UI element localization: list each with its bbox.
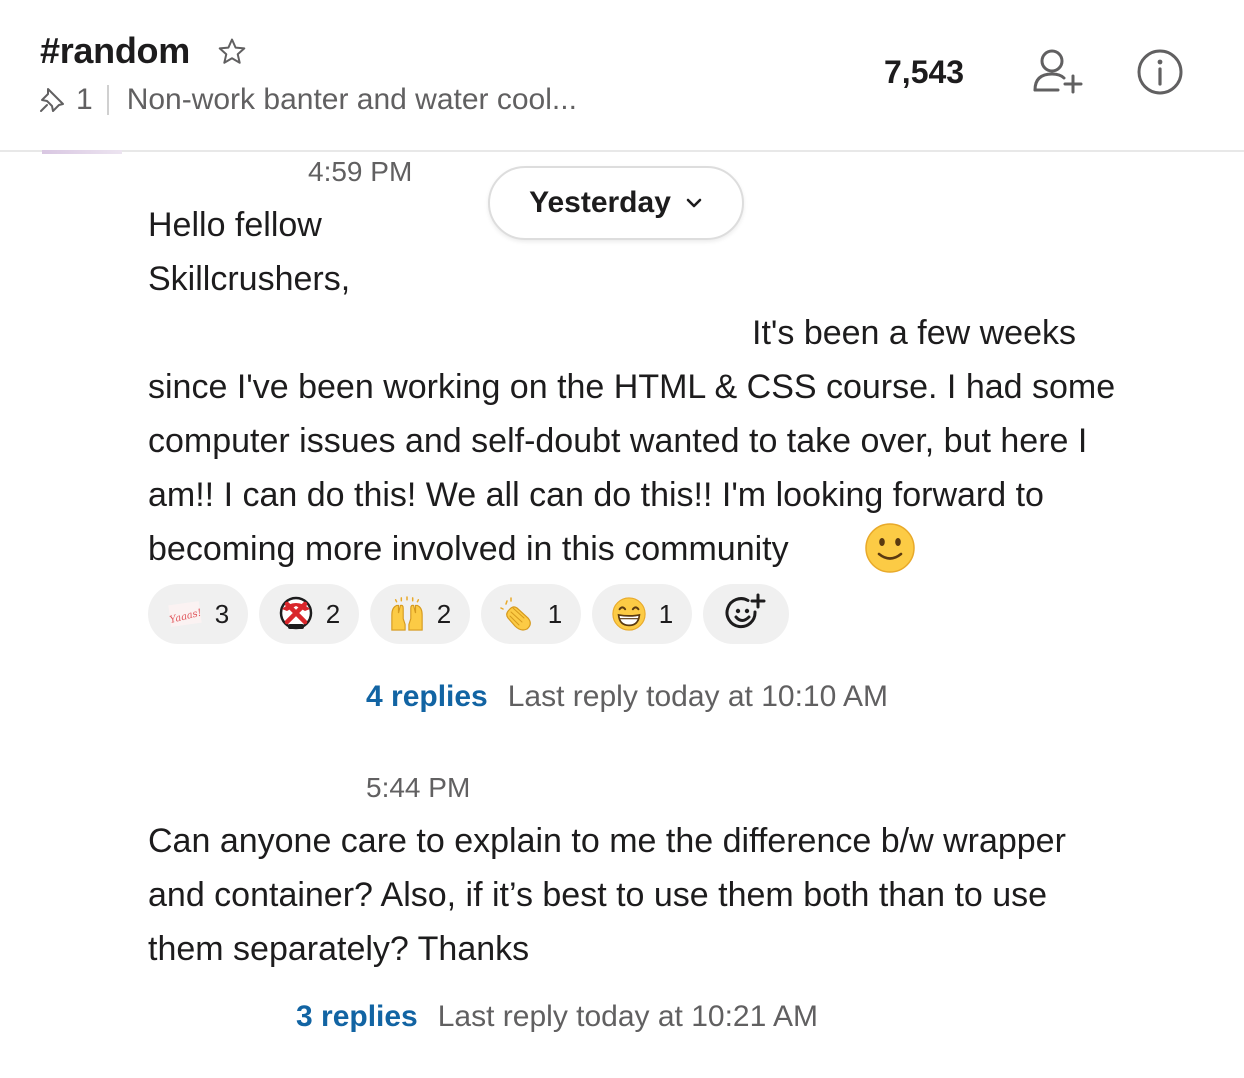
- message-text-line: am!! I can do this! We all can do this!!…: [148, 476, 1044, 514]
- date-divider-label: Yesterday: [529, 186, 671, 219]
- replies-link[interactable]: 4 replies: [366, 680, 488, 714]
- last-reply-text: Last reply today at 10:10 AM: [507, 680, 888, 713]
- message-timestamp[interactable]: 4:59 PM: [308, 156, 412, 188]
- message-text-line: It's been a few weeks: [752, 314, 1076, 352]
- reaction-smile[interactable]: 1: [592, 584, 692, 644]
- message-text-line: becoming more involved in this community: [148, 530, 789, 568]
- message-text-line: since I've been working on the HTML & CS…: [148, 368, 1116, 406]
- reaction-count: 2: [436, 598, 452, 629]
- reaction-x[interactable]: 2: [259, 584, 359, 644]
- avatar-edge: [42, 150, 122, 154]
- pin-icon[interactable]: [38, 86, 66, 114]
- member-count[interactable]: 7,543: [884, 54, 964, 91]
- reaction-count: 1: [658, 598, 674, 629]
- message-text-line: and container? Also, if it’s best to use…: [148, 876, 1048, 914]
- channel-meta: 1 Non-work banter and water cool...: [38, 80, 577, 120]
- reaction-raised-hands[interactable]: 2: [370, 584, 470, 644]
- message-text-line: Can anyone care to explain to me the dif…: [148, 822, 1066, 860]
- message-text-line: Hello fellow: [148, 206, 322, 244]
- date-divider-button[interactable]: Yesterday: [488, 166, 744, 240]
- chevron-down-icon: [686, 198, 702, 208]
- star-icon[interactable]: [216, 36, 248, 68]
- channel-header: #random 1 Non-work banter and water cool…: [0, 0, 1244, 152]
- message-text-line: computer issues and self-doubt wanted to…: [148, 422, 1088, 460]
- reaction-count: 2: [325, 598, 341, 629]
- info-icon[interactable]: [1136, 48, 1184, 96]
- clap-emoji: [500, 596, 536, 632]
- reaction-yaaas[interactable]: Yaaas! 3: [148, 584, 248, 644]
- reaction-count: 1: [547, 598, 563, 629]
- add-reaction-icon: [725, 593, 766, 629]
- message-timestamp[interactable]: 5:44 PM: [366, 772, 470, 804]
- raised-hands-emoji: [389, 596, 425, 632]
- add-member-icon[interactable]: [1030, 46, 1086, 96]
- smile-emoji: [611, 596, 647, 632]
- reaction-count: 3: [214, 598, 230, 629]
- reaction-clap[interactable]: 1: [481, 584, 581, 644]
- message-text-line: Skillcrushers,: [148, 260, 351, 298]
- slightly-smiling-face-emoji: [865, 523, 915, 573]
- meta-divider: [106, 85, 109, 115]
- last-reply-text: Last reply today at 10:21 AM: [437, 1000, 818, 1033]
- pinned-count[interactable]: 1: [76, 83, 93, 117]
- reaction-bar: Yaaas! 3 2 2 1 1: [148, 584, 800, 644]
- channel-topic[interactable]: Non-work banter and water cool...: [127, 83, 577, 117]
- thread-summary[interactable]: 3 replies Last reply today at 10:21 AM: [296, 1000, 818, 1034]
- yaaas-emoji: Yaaas!: [167, 596, 203, 632]
- add-reaction-button[interactable]: [703, 584, 789, 644]
- thread-summary[interactable]: 4 replies Last reply today at 10:10 AM: [366, 680, 888, 714]
- replies-link[interactable]: 3 replies: [296, 1000, 418, 1034]
- message-text-line: them separately? Thanks: [148, 930, 530, 968]
- x-emoji: [278, 596, 314, 632]
- channel-name[interactable]: #random: [40, 30, 190, 72]
